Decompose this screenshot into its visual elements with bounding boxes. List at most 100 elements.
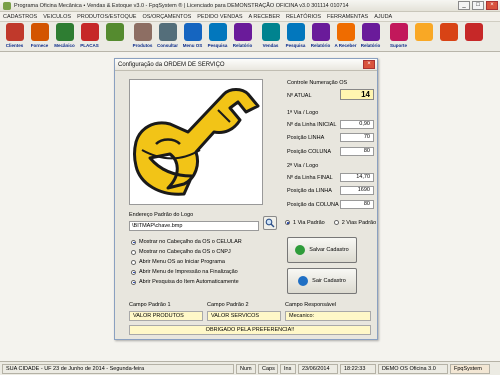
browse-logo-button[interactable] (263, 216, 277, 230)
atual-field[interactable]: 14 (340, 89, 374, 100)
magnifier-icon (265, 218, 275, 228)
window-controls: _ □ × (458, 1, 498, 10)
toolbar-button-consultar[interactable]: Consultar (155, 22, 180, 51)
maximize-button[interactable]: □ (472, 1, 484, 10)
campo1-label: Campo Padrão 1 (129, 302, 171, 308)
menu-bar: CADASTROS VEICULOS PRODUTOS/ESTOQUE OS/O… (0, 12, 500, 22)
report-icon (233, 23, 252, 41)
option-menu-impressao[interactable]: Abrir Menu de Impressão na Finalização (131, 267, 281, 277)
logo-preview (129, 79, 263, 205)
search-icon (286, 23, 305, 41)
support-icon (389, 23, 408, 41)
toolbar-button-placas[interactable]: PLACAS (77, 22, 102, 51)
via-options: 1 Via Padrão 2 Vias Padrão (285, 220, 376, 226)
posicao-linha-label: Posição LINHA (287, 135, 325, 141)
posicao-coluna-field[interactable]: 80 (340, 147, 374, 156)
toolbar-button-power[interactable] (461, 22, 486, 51)
car-icon (80, 23, 99, 41)
option-abrir-menu-os[interactable]: Abrir Menu OS ao Iniciar Programa (131, 257, 281, 267)
option-pesquisa-item[interactable]: Abrir Pesquisa do Item Automaticamente (131, 277, 281, 287)
linha-inicial-field[interactable]: 0,90 (340, 120, 374, 129)
radio-icon (285, 220, 290, 226)
radio-icon (131, 269, 136, 275)
menu-os-icon (183, 23, 202, 41)
option-2-vias[interactable]: 2 Vias Padrão (333, 220, 376, 226)
window-title: Programa Oficina Mecânica • Vendas & Est… (14, 2, 349, 9)
toolbar-button-alarm-clock[interactable] (102, 22, 127, 51)
toolbar-button-relat-rio[interactable]: Relatório (358, 22, 383, 51)
responsavel-label: Campo Responsável (285, 302, 337, 308)
toolbar-label: Mecânico (54, 43, 75, 48)
apps-icon (439, 23, 458, 41)
posicao-linha-field[interactable]: 70 (340, 133, 374, 142)
receivable-icon (336, 23, 355, 41)
toolbar-button-clientes[interactable]: Clientes (2, 22, 27, 51)
via1-label: 1ª Via / Logo (287, 110, 319, 116)
toolbar-label: A Receber (334, 43, 357, 48)
menu-produtos-estoque[interactable]: PRODUTOS/ESTOQUE (77, 14, 136, 20)
money-icon (414, 23, 433, 41)
campo2-field[interactable]: VALOR SERVICOS (207, 311, 281, 321)
toolbar-button-pesquisa[interactable]: Pesquisa (283, 22, 308, 51)
posicao-da-linha-field[interactable]: 1690 (340, 186, 374, 195)
toolbar-label: PLACAS (80, 43, 99, 48)
via2-label: 2ª Via / Logo (287, 163, 319, 169)
toolbar-button-relat-rio[interactable]: Relatório (230, 22, 255, 51)
close-button[interactable]: × (486, 1, 498, 10)
radio-icon (131, 249, 136, 255)
menu-ajuda[interactable]: AJUDA (374, 14, 392, 20)
toolbar-button-pesquisa[interactable]: Pesquisa (205, 22, 230, 51)
menu-a-receber[interactable]: A RECEBER (249, 14, 280, 20)
radio-icon (131, 279, 136, 285)
toolbar-label: Pesquisa (285, 43, 306, 48)
menu-relatorios[interactable]: RELATÓRIOS (286, 14, 321, 20)
toolbar-button-mec-nico[interactable]: Mecânico (52, 22, 77, 51)
sales-icon (261, 23, 280, 41)
clients-icon (5, 23, 24, 41)
campo1-field[interactable]: VALOR PRODUTOS (129, 311, 203, 321)
toolbar-button-fornece[interactable]: Fornece (27, 22, 52, 51)
option-cnpj[interactable]: Mostrar no Cabeçalho da OS o CNPJ (131, 247, 281, 257)
toolbar-button-menu-os[interactable]: Menu OS (180, 22, 205, 51)
power-icon (464, 23, 483, 41)
preferencia-field[interactable]: OBRIGADO PELA PREFERENCIA!! (129, 325, 371, 335)
toolbar-button-vendas[interactable]: Vendas (258, 22, 283, 51)
toolbar-button-apps[interactable] (436, 22, 461, 51)
toolbar-label: Produtos (132, 43, 153, 48)
wrench-logo-icon (133, 88, 260, 196)
menu-cadastros[interactable]: CADASTROS (3, 14, 37, 20)
option-1-via[interactable]: 1 Via Padrão (285, 220, 325, 226)
minimize-button[interactable]: _ (458, 1, 470, 10)
exit-button[interactable]: Sair Cadastro (287, 268, 357, 294)
responsavel-field[interactable]: Mecanico: (285, 311, 371, 321)
consult-icon (158, 23, 177, 41)
menu-veiculos[interactable]: VEICULOS (43, 14, 71, 20)
status-caps: Caps (258, 363, 278, 374)
linha-final-label: Nº da Linha FINAL (287, 175, 333, 181)
menu-os-orcamentos[interactable]: OS/ORÇAMENTOS (142, 14, 191, 20)
menu-pedido-vendas[interactable]: PEDIDO VENDAS (197, 14, 242, 20)
toolbar-button-suporte[interactable]: Suporte (386, 22, 411, 51)
option-celular[interactable]: Mostrar no Cabeçalho da OS o CELULAR (131, 237, 281, 247)
status-num: Num (236, 363, 256, 374)
report-icon (311, 23, 330, 41)
products-icon (133, 23, 152, 41)
dialog-close-button[interactable]: × (363, 60, 375, 69)
title-bar: Programa Oficina Mecânica • Vendas & Est… (0, 0, 500, 12)
logo-path-field[interactable]: \BITMAP\chave.bmp (129, 221, 259, 231)
toolbar-button-a-receber[interactable]: A Receber (333, 22, 358, 51)
linha-final-field[interactable]: 14,70 (340, 173, 374, 182)
status-version: DEMO OS Oficina 3.0 (378, 363, 448, 374)
menu-ferramentas[interactable]: FERRAMENTAS (327, 14, 368, 20)
supplier-icon (30, 23, 49, 41)
os-config-dialog: Configuração da ORDEM DE SERVIÇO × Contr… (114, 58, 378, 340)
posicao-da-coluna-field[interactable]: 80 (340, 200, 374, 209)
toolbar-button-relat-rio[interactable]: Relatório (308, 22, 333, 51)
status-brand: FpqSystem (450, 363, 490, 374)
toolbar-label: Clientes (5, 43, 24, 48)
atual-label: Nº ATUAL (287, 93, 312, 99)
toolbar-button-produtos[interactable]: Produtos (130, 22, 155, 51)
toolbar-button-money[interactable] (411, 22, 436, 51)
save-button[interactable]: Salvar Cadastro (287, 237, 357, 263)
toolbar: Clientes Fornece Mecânico PLACAS Produtos Con… (0, 22, 500, 52)
